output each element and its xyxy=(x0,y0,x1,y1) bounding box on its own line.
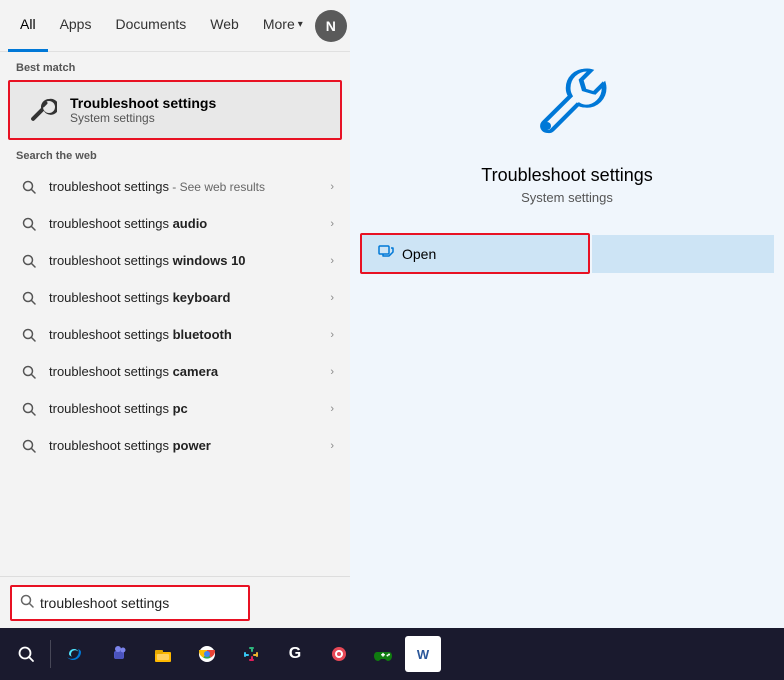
list-item[interactable]: troubleshoot settings pc › xyxy=(0,390,350,427)
web-results-list: troubleshoot settings - See web results … xyxy=(0,168,350,464)
web-result-text: troubleshoot settings pc xyxy=(49,401,326,416)
left-panel: All Apps Documents Web More ▾ N ··· ✕ B xyxy=(0,0,350,628)
search-input[interactable] xyxy=(40,595,240,611)
chevron-right-icon: › xyxy=(330,292,334,304)
wrench-icon xyxy=(24,92,60,128)
list-item[interactable]: troubleshoot settings bluetooth › xyxy=(0,316,350,353)
search-icon xyxy=(19,251,39,271)
open-button-row: Open xyxy=(360,233,774,274)
search-bar-icon xyxy=(20,594,34,611)
list-item[interactable]: troubleshoot settings - See web results … xyxy=(0,168,350,205)
taskbar: G W xyxy=(0,628,784,680)
right-panel-title: Troubleshoot settings xyxy=(481,165,652,186)
search-icon xyxy=(19,325,39,345)
right-panel-subtitle: System settings xyxy=(521,190,613,205)
best-match-title: Troubleshoot settings xyxy=(70,95,216,111)
tab-documents[interactable]: Documents xyxy=(103,0,198,52)
chevron-right-icon: › xyxy=(330,329,334,341)
web-result-text: troubleshoot settings keyboard xyxy=(49,290,326,305)
list-item[interactable]: troubleshoot settings audio › xyxy=(0,205,350,242)
best-match-text: Troubleshoot settings System settings xyxy=(70,95,216,125)
taskbar-teams-icon[interactable] xyxy=(97,632,141,676)
list-item[interactable]: troubleshoot settings camera › xyxy=(0,353,350,390)
web-results-label: Search the web xyxy=(0,140,350,168)
right-panel: Troubleshoot settings System settings Op… xyxy=(350,0,784,628)
list-item[interactable]: troubleshoot settings power › xyxy=(0,427,350,464)
web-result-text: troubleshoot settings audio xyxy=(49,216,326,231)
taskbar-chrome-icon[interactable] xyxy=(185,632,229,676)
search-icon xyxy=(19,288,39,308)
search-box-bar xyxy=(0,576,350,628)
taskbar-edge-icon[interactable] xyxy=(53,632,97,676)
open-icon xyxy=(378,243,394,264)
search-icon xyxy=(19,214,39,234)
search-icon xyxy=(19,177,39,197)
tab-all[interactable]: All xyxy=(8,0,48,52)
taskbar-word-icon[interactable]: W xyxy=(405,636,441,672)
tabs-row: All Apps Documents Web More ▾ N ··· ✕ xyxy=(0,0,350,52)
open-button[interactable]: Open xyxy=(360,233,590,274)
taskbar-explorer-icon[interactable] xyxy=(141,632,185,676)
web-result-text: troubleshoot settings - See web results xyxy=(49,179,326,194)
taskbar-search-icon[interactable] xyxy=(4,632,48,676)
web-result-text: troubleshoot settings power xyxy=(49,438,326,453)
best-match-label: Best match xyxy=(0,52,350,80)
app-icon-wrench xyxy=(527,60,607,165)
avatar[interactable]: N xyxy=(315,10,347,42)
chevron-right-icon: › xyxy=(330,181,334,193)
tab-apps[interactable]: Apps xyxy=(48,0,104,52)
search-icon xyxy=(19,436,39,456)
chevron-right-icon: › xyxy=(330,403,334,415)
best-match-subtitle: System settings xyxy=(70,111,216,125)
tab-web[interactable]: Web xyxy=(198,0,251,52)
tab-more[interactable]: More ▾ xyxy=(251,0,315,52)
web-result-text: troubleshoot settings camera xyxy=(49,364,326,379)
list-item[interactable]: troubleshoot settings windows 10 › xyxy=(0,242,350,279)
taskbar-google-icon[interactable]: G xyxy=(273,632,317,676)
tab-more-label: More xyxy=(263,16,295,32)
web-result-text: troubleshoot settings bluetooth xyxy=(49,327,326,342)
chevron-down-icon: ▾ xyxy=(298,19,303,30)
chevron-right-icon: › xyxy=(330,440,334,452)
search-panel: All Apps Documents Web More ▾ N ··· ✕ B xyxy=(0,0,784,628)
search-input-wrapper xyxy=(10,585,250,621)
chevron-right-icon: › xyxy=(330,255,334,267)
web-result-text: troubleshoot settings windows 10 xyxy=(49,253,326,268)
taskbar-paint-icon[interactable] xyxy=(317,632,361,676)
open-button-extra xyxy=(592,235,774,273)
chevron-right-icon: › xyxy=(330,366,334,378)
chevron-right-icon: › xyxy=(330,218,334,230)
taskbar-divider xyxy=(50,640,51,668)
taskbar-slack-icon[interactable] xyxy=(229,632,273,676)
best-match-item[interactable]: Troubleshoot settings System settings xyxy=(8,80,342,140)
search-icon xyxy=(19,399,39,419)
open-button-label: Open xyxy=(402,246,436,262)
search-icon xyxy=(19,362,39,382)
taskbar-games-icon[interactable] xyxy=(361,632,405,676)
list-item[interactable]: troubleshoot settings keyboard › xyxy=(0,279,350,316)
